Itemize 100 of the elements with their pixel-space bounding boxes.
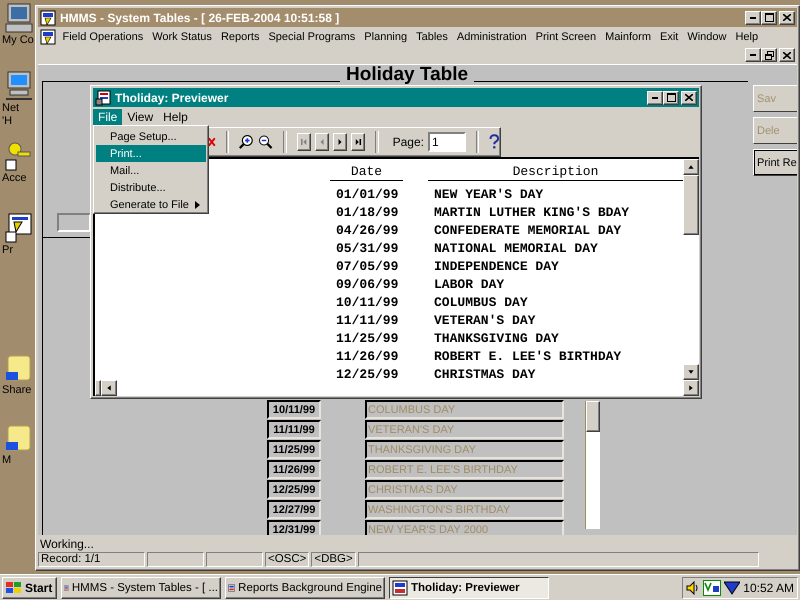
date-field[interactable]: 11/26/99 [267, 460, 321, 479]
menu-item[interactable]: Exit [656, 30, 683, 42]
close-button[interactable] [779, 48, 795, 62]
menu-item[interactable]: Help [730, 30, 763, 42]
table-cell-text: 07/05/99 [335, 258, 400, 276]
minimize-icon [750, 16, 756, 18]
taskbar-button[interactable]: Reports Background Engine [225, 576, 385, 598]
monitor-icon[interactable] [703, 580, 721, 596]
menu-item[interactable]: Window [682, 30, 731, 42]
close-icon[interactable] [208, 136, 216, 148]
menu-item[interactable]: Print... [96, 145, 206, 162]
maximize-button[interactable] [761, 10, 777, 24]
table-cell-text: 11/25/99 [335, 330, 400, 348]
speaker-icon[interactable] [686, 580, 700, 594]
menu-item[interactable]: Print Screen [531, 30, 601, 42]
menu-item[interactable]: Distribute... [96, 179, 206, 196]
table-cell-text: MARTIN LUTHER KING'S BDAY [433, 204, 630, 222]
menu-item[interactable]: Special Programs [264, 30, 360, 42]
table-cell-text: ROBERT E. LEE'S BIRTHDAY [433, 348, 622, 366]
first-page-icon[interactable] [296, 132, 311, 150]
close-icon [783, 52, 791, 58]
menu-item[interactable]: Generate to File [96, 196, 206, 213]
last-page-icon[interactable] [351, 132, 366, 150]
window-title: HMMS - System Tables - [ 26-FEB-2004 10:51:58 ] [60, 10, 340, 24]
table-cell-text: 09/06/99 [335, 276, 400, 294]
menu-item[interactable]: Work Status [148, 30, 216, 42]
scroll-thumb[interactable] [683, 175, 699, 235]
page-field[interactable]: 1 [428, 132, 466, 152]
restore-icon [764, 50, 774, 60]
status-panel: Record: 1/1 [38, 552, 145, 567]
menu-item[interactable]: Administration [452, 30, 532, 42]
menu-item[interactable]: Tables [412, 30, 452, 42]
menu-item[interactable]: Planning [360, 30, 412, 42]
previous-page-icon[interactable] [314, 132, 329, 150]
window-icon[interactable] [4, 212, 34, 244]
scroll-up-icon[interactable] [683, 159, 699, 175]
report-icon [95, 90, 111, 106]
table-cell-text: 12/25/99 [335, 366, 400, 380]
close-icon [685, 94, 693, 101]
start-button[interactable]: Start [2, 576, 57, 598]
date-field[interactable]: 10/11/99 [267, 400, 321, 419]
restore-button[interactable] [761, 48, 777, 62]
icon-label: 'H [2, 115, 12, 128]
close-button[interactable] [681, 90, 697, 104]
scrollbar[interactable] [93, 380, 699, 396]
date-field[interactable]: 11/25/99 [267, 440, 321, 459]
close-button[interactable] [779, 10, 795, 24]
minimize-button[interactable] [745, 10, 761, 24]
computer-icon[interactable] [4, 2, 34, 34]
window-title: Tholiday: Previewer [115, 90, 228, 104]
table-cell-text: VETERAN'S DAY [433, 312, 536, 330]
table-cell-text: 11/26/99 [335, 348, 400, 366]
table-cell-text: THANKSGIVING DAY [433, 330, 560, 348]
icon-label: Acce [2, 172, 26, 185]
action-button[interactable]: Print Re [753, 149, 797, 176]
taskbar-button[interactable]: Tholiday: Previewer [389, 576, 549, 598]
table-cell-text: NATIONAL MEMORIAL DAY [433, 240, 599, 258]
menu-item[interactable]: Help [158, 108, 193, 124]
scroll-down-icon[interactable] [683, 364, 699, 380]
next-page-icon[interactable] [332, 132, 347, 150]
status-text: Working... [39, 537, 95, 551]
table-cell-text: 01/18/99 [335, 204, 400, 222]
table-cell-text: 01/01/99 [335, 186, 400, 204]
help-icon[interactable] [489, 132, 500, 152]
table-cell-text: 05/31/99 [335, 240, 400, 258]
flag-icon [5, 580, 23, 594]
menu-item[interactable]: View [122, 108, 158, 124]
form-heading: Holiday Table [340, 65, 474, 85]
table-cell-text: COLUMBUS DAY [433, 294, 529, 312]
network-icon[interactable] [4, 70, 34, 102]
menu-item[interactable]: Page Setup... [96, 128, 206, 145]
icon-label: Net [2, 102, 20, 115]
scrollbar[interactable] [585, 401, 600, 529]
maximize-button[interactable] [663, 90, 679, 104]
table-cell-text: 11/11/99 [335, 312, 400, 330]
menu-item[interactable]: Reports [216, 30, 264, 42]
maximize-icon [666, 93, 676, 102]
app-icon[interactable] [40, 28, 56, 44]
app-icon [40, 10, 56, 26]
taskbar-button[interactable]: HMMS - System Tables - [ ... [61, 576, 221, 598]
scrollbar[interactable] [683, 159, 699, 380]
scroll-left-icon[interactable] [101, 380, 117, 396]
menu-item[interactable]: Mainform [600, 30, 656, 42]
scroll-thumb[interactable] [586, 401, 600, 432]
menu-item[interactable]: File [93, 108, 122, 124]
menu-item[interactable]: Field Operations [58, 30, 148, 42]
minimize-button[interactable] [745, 48, 761, 62]
funnel-icon[interactable] [724, 580, 740, 594]
scroll-right-icon[interactable] [683, 380, 699, 396]
icon-label: M [2, 454, 12, 467]
table-cell-text: CONFEDERATE MEMORIAL DAY [433, 222, 622, 240]
date-field[interactable]: 11/11/99 [267, 420, 321, 439]
date-field[interactable]: 12/25/99 [267, 480, 321, 499]
table-cell-text: CHRISTMAS DAY [433, 366, 536, 380]
menu-item[interactable]: Mail... [96, 162, 206, 179]
column-header: Description [428, 163, 683, 181]
status-panel [147, 552, 204, 567]
minimize-button[interactable] [647, 90, 663, 104]
scroll-thumb[interactable] [95, 380, 101, 396]
date-field[interactable]: 12/27/99 [267, 500, 321, 519]
